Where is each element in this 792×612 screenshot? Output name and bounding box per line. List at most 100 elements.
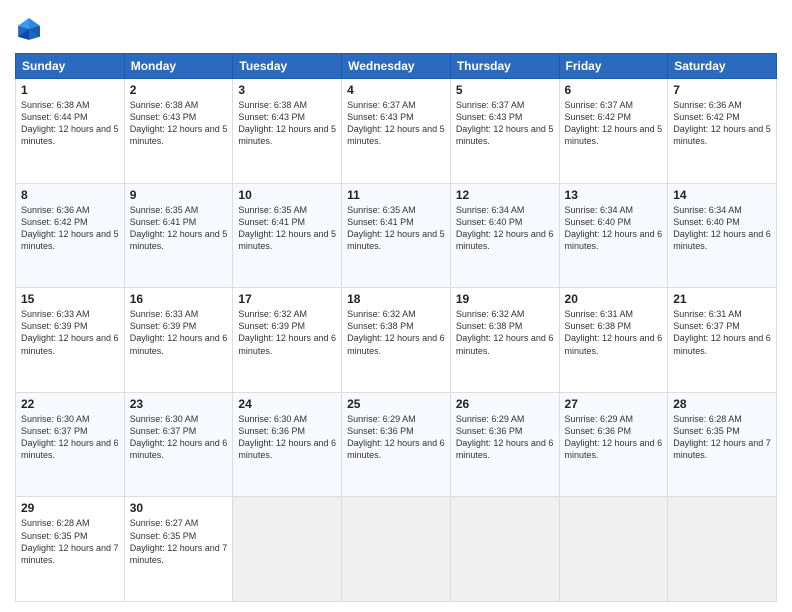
cell-content: Sunrise: 6:29 AMSunset: 6:36 PMDaylight:… — [347, 413, 445, 462]
day-number: 1 — [21, 83, 119, 97]
calendar-cell: 30 Sunrise: 6:27 AMSunset: 6:35 PMDaylig… — [124, 497, 233, 602]
cell-content: Sunrise: 6:32 AMSunset: 6:38 PMDaylight:… — [456, 308, 554, 357]
calendar-cell: 3 Sunrise: 6:38 AMSunset: 6:43 PMDayligh… — [233, 79, 342, 184]
cell-content: Sunrise: 6:31 AMSunset: 6:38 PMDaylight:… — [565, 308, 663, 357]
day-number: 22 — [21, 397, 119, 411]
weekday-header-wednesday: Wednesday — [342, 54, 451, 79]
calendar-cell — [342, 497, 451, 602]
calendar-cell: 11 Sunrise: 6:35 AMSunset: 6:41 PMDaylig… — [342, 183, 451, 288]
calendar-cell: 9 Sunrise: 6:35 AMSunset: 6:41 PMDayligh… — [124, 183, 233, 288]
cell-content: Sunrise: 6:28 AMSunset: 6:35 PMDaylight:… — [673, 413, 771, 462]
calendar-cell — [668, 497, 777, 602]
calendar-cell: 22 Sunrise: 6:30 AMSunset: 6:37 PMDaylig… — [16, 392, 125, 497]
cell-content: Sunrise: 6:37 AMSunset: 6:43 PMDaylight:… — [456, 99, 554, 148]
calendar-cell — [559, 497, 668, 602]
cell-content: Sunrise: 6:36 AMSunset: 6:42 PMDaylight:… — [673, 99, 771, 148]
day-number: 13 — [565, 188, 663, 202]
cell-content: Sunrise: 6:37 AMSunset: 6:42 PMDaylight:… — [565, 99, 663, 148]
weekday-header-tuesday: Tuesday — [233, 54, 342, 79]
weekday-header-friday: Friday — [559, 54, 668, 79]
calendar-cell: 17 Sunrise: 6:32 AMSunset: 6:39 PMDaylig… — [233, 288, 342, 393]
day-number: 11 — [347, 188, 445, 202]
day-number: 25 — [347, 397, 445, 411]
cell-content: Sunrise: 6:34 AMSunset: 6:40 PMDaylight:… — [673, 204, 771, 253]
calendar-cell — [233, 497, 342, 602]
calendar-cell: 27 Sunrise: 6:29 AMSunset: 6:36 PMDaylig… — [559, 392, 668, 497]
day-number: 6 — [565, 83, 663, 97]
day-number: 4 — [347, 83, 445, 97]
cell-content: Sunrise: 6:30 AMSunset: 6:36 PMDaylight:… — [238, 413, 336, 462]
calendar-cell: 26 Sunrise: 6:29 AMSunset: 6:36 PMDaylig… — [450, 392, 559, 497]
page: SundayMondayTuesdayWednesdayThursdayFrid… — [0, 0, 792, 612]
calendar-cell: 14 Sunrise: 6:34 AMSunset: 6:40 PMDaylig… — [668, 183, 777, 288]
cell-content: Sunrise: 6:38 AMSunset: 6:43 PMDaylight:… — [238, 99, 336, 148]
week-row-4: 22 Sunrise: 6:30 AMSunset: 6:37 PMDaylig… — [16, 392, 777, 497]
cell-content: Sunrise: 6:36 AMSunset: 6:42 PMDaylight:… — [21, 204, 119, 253]
calendar-cell: 16 Sunrise: 6:33 AMSunset: 6:39 PMDaylig… — [124, 288, 233, 393]
calendar-cell: 25 Sunrise: 6:29 AMSunset: 6:36 PMDaylig… — [342, 392, 451, 497]
calendar-body: 1 Sunrise: 6:38 AMSunset: 6:44 PMDayligh… — [16, 79, 777, 602]
calendar-cell: 21 Sunrise: 6:31 AMSunset: 6:37 PMDaylig… — [668, 288, 777, 393]
cell-content: Sunrise: 6:34 AMSunset: 6:40 PMDaylight:… — [565, 204, 663, 253]
calendar-cell: 28 Sunrise: 6:28 AMSunset: 6:35 PMDaylig… — [668, 392, 777, 497]
weekday-header-thursday: Thursday — [450, 54, 559, 79]
cell-content: Sunrise: 6:28 AMSunset: 6:35 PMDaylight:… — [21, 517, 119, 566]
day-number: 17 — [238, 292, 336, 306]
cell-content: Sunrise: 6:32 AMSunset: 6:38 PMDaylight:… — [347, 308, 445, 357]
day-number: 30 — [130, 501, 228, 515]
calendar-cell: 24 Sunrise: 6:30 AMSunset: 6:36 PMDaylig… — [233, 392, 342, 497]
week-row-1: 1 Sunrise: 6:38 AMSunset: 6:44 PMDayligh… — [16, 79, 777, 184]
calendar-table: SundayMondayTuesdayWednesdayThursdayFrid… — [15, 53, 777, 602]
calendar-cell: 8 Sunrise: 6:36 AMSunset: 6:42 PMDayligh… — [16, 183, 125, 288]
weekday-header-sunday: Sunday — [16, 54, 125, 79]
calendar-cell: 12 Sunrise: 6:34 AMSunset: 6:40 PMDaylig… — [450, 183, 559, 288]
calendar-cell: 1 Sunrise: 6:38 AMSunset: 6:44 PMDayligh… — [16, 79, 125, 184]
calendar-cell — [450, 497, 559, 602]
day-number: 8 — [21, 188, 119, 202]
week-row-3: 15 Sunrise: 6:33 AMSunset: 6:39 PMDaylig… — [16, 288, 777, 393]
day-number: 21 — [673, 292, 771, 306]
day-number: 19 — [456, 292, 554, 306]
day-number: 20 — [565, 292, 663, 306]
cell-content: Sunrise: 6:33 AMSunset: 6:39 PMDaylight:… — [21, 308, 119, 357]
day-number: 5 — [456, 83, 554, 97]
calendar-cell: 6 Sunrise: 6:37 AMSunset: 6:42 PMDayligh… — [559, 79, 668, 184]
logo — [15, 15, 47, 43]
cell-content: Sunrise: 6:35 AMSunset: 6:41 PMDaylight:… — [130, 204, 228, 253]
week-row-2: 8 Sunrise: 6:36 AMSunset: 6:42 PMDayligh… — [16, 183, 777, 288]
cell-content: Sunrise: 6:32 AMSunset: 6:39 PMDaylight:… — [238, 308, 336, 357]
calendar-cell: 5 Sunrise: 6:37 AMSunset: 6:43 PMDayligh… — [450, 79, 559, 184]
calendar-header-row: SundayMondayTuesdayWednesdayThursdayFrid… — [16, 54, 777, 79]
calendar-cell: 15 Sunrise: 6:33 AMSunset: 6:39 PMDaylig… — [16, 288, 125, 393]
logo-icon — [15, 15, 43, 43]
cell-content: Sunrise: 6:35 AMSunset: 6:41 PMDaylight:… — [238, 204, 336, 253]
cell-content: Sunrise: 6:35 AMSunset: 6:41 PMDaylight:… — [347, 204, 445, 253]
cell-content: Sunrise: 6:29 AMSunset: 6:36 PMDaylight:… — [456, 413, 554, 462]
day-number: 18 — [347, 292, 445, 306]
cell-content: Sunrise: 6:30 AMSunset: 6:37 PMDaylight:… — [21, 413, 119, 462]
cell-content: Sunrise: 6:31 AMSunset: 6:37 PMDaylight:… — [673, 308, 771, 357]
day-number: 12 — [456, 188, 554, 202]
calendar-cell: 19 Sunrise: 6:32 AMSunset: 6:38 PMDaylig… — [450, 288, 559, 393]
cell-content: Sunrise: 6:34 AMSunset: 6:40 PMDaylight:… — [456, 204, 554, 253]
day-number: 24 — [238, 397, 336, 411]
cell-content: Sunrise: 6:37 AMSunset: 6:43 PMDaylight:… — [347, 99, 445, 148]
calendar-cell: 7 Sunrise: 6:36 AMSunset: 6:42 PMDayligh… — [668, 79, 777, 184]
header — [15, 15, 777, 43]
weekday-header-saturday: Saturday — [668, 54, 777, 79]
calendar-cell: 4 Sunrise: 6:37 AMSunset: 6:43 PMDayligh… — [342, 79, 451, 184]
calendar-cell: 23 Sunrise: 6:30 AMSunset: 6:37 PMDaylig… — [124, 392, 233, 497]
day-number: 9 — [130, 188, 228, 202]
calendar-cell: 10 Sunrise: 6:35 AMSunset: 6:41 PMDaylig… — [233, 183, 342, 288]
calendar-cell: 29 Sunrise: 6:28 AMSunset: 6:35 PMDaylig… — [16, 497, 125, 602]
day-number: 26 — [456, 397, 554, 411]
day-number: 10 — [238, 188, 336, 202]
day-number: 14 — [673, 188, 771, 202]
calendar-cell: 20 Sunrise: 6:31 AMSunset: 6:38 PMDaylig… — [559, 288, 668, 393]
cell-content: Sunrise: 6:30 AMSunset: 6:37 PMDaylight:… — [130, 413, 228, 462]
cell-content: Sunrise: 6:29 AMSunset: 6:36 PMDaylight:… — [565, 413, 663, 462]
cell-content: Sunrise: 6:27 AMSunset: 6:35 PMDaylight:… — [130, 517, 228, 566]
cell-content: Sunrise: 6:33 AMSunset: 6:39 PMDaylight:… — [130, 308, 228, 357]
day-number: 15 — [21, 292, 119, 306]
day-number: 29 — [21, 501, 119, 515]
